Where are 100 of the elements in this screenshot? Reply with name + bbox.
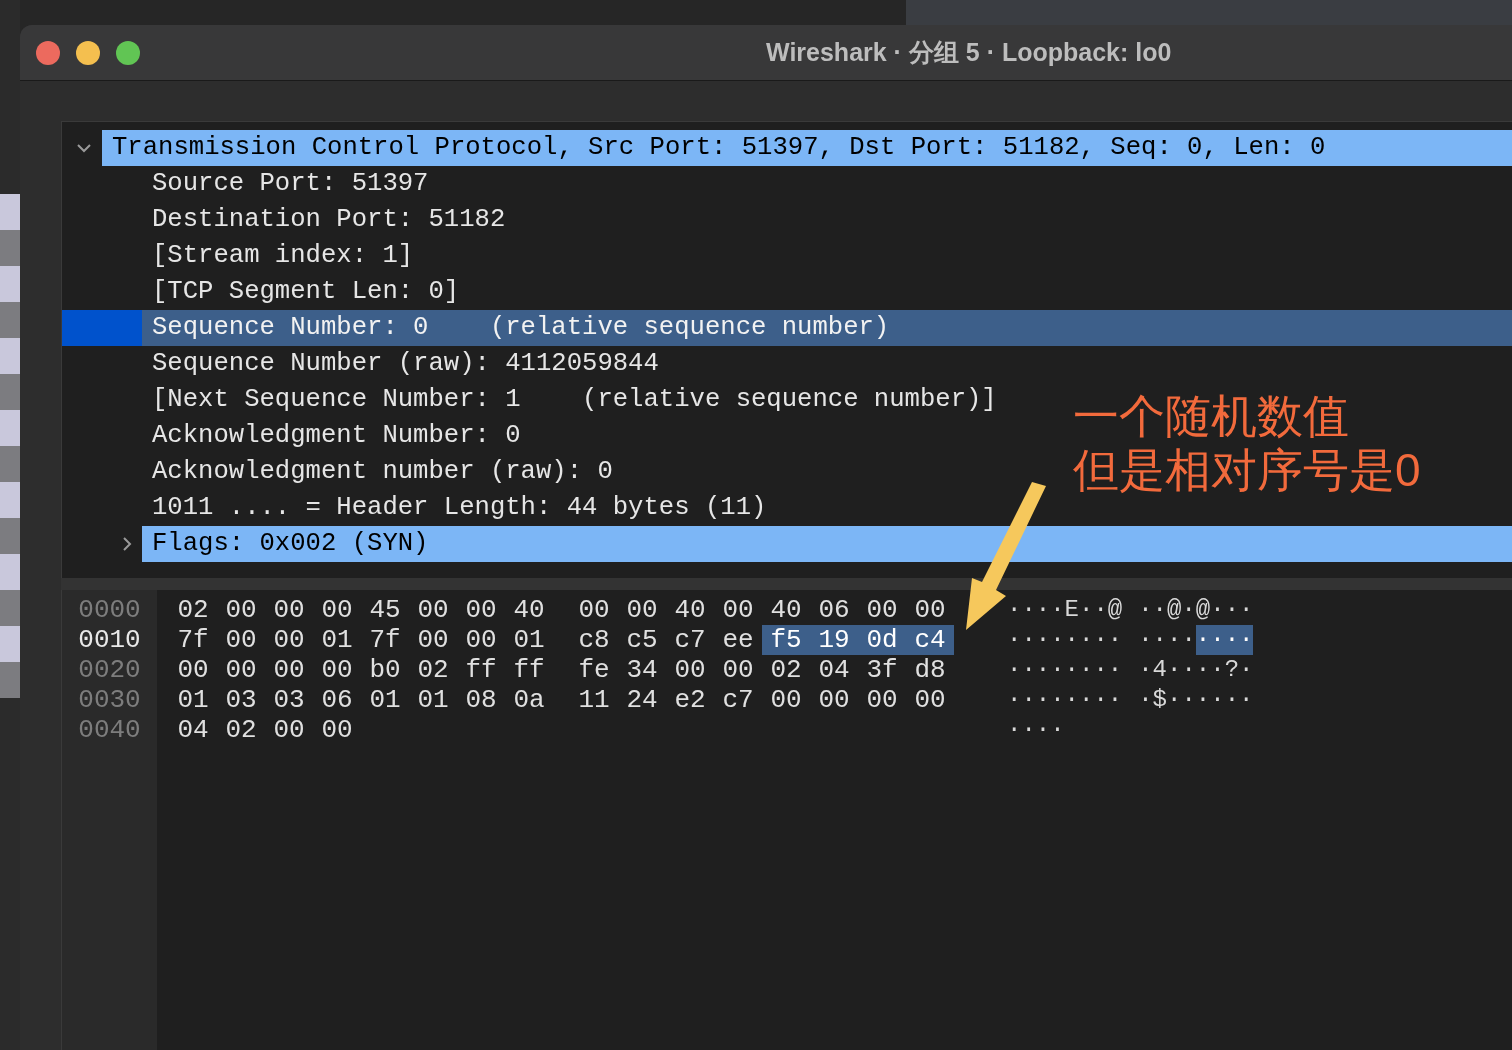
hex-byte[interactable]: 7f — [361, 625, 409, 655]
hex-byte[interactable]: c7 — [666, 625, 714, 655]
ascii-text[interactable]: ·$······ — [1138, 685, 1254, 715]
ascii-text[interactable]: ·4····?· — [1138, 655, 1254, 685]
hex-byte[interactable]: 11 — [570, 685, 618, 715]
hex-byte[interactable]: fe — [570, 655, 618, 685]
ascii-text[interactable]: ········ — [1007, 625, 1123, 655]
hex-byte[interactable]: 45 — [361, 595, 409, 625]
hex-byte[interactable]: 00 — [906, 685, 954, 715]
tree-item[interactable]: Transmission Control Protocol, Src Port: 51397, Dst Port: 51182, Seq: 0, Len: 0 — [102, 130, 1512, 166]
hex-byte[interactable]: c7 — [714, 685, 762, 715]
offset-label: 0020 — [78, 655, 141, 685]
hex-byte[interactable]: 00 — [570, 595, 618, 625]
hex-byte[interactable]: 01 — [505, 625, 553, 655]
close-button[interactable] — [36, 40, 60, 65]
zoom-button[interactable] — [116, 40, 140, 65]
ascii-text[interactable]: ···· — [1195, 625, 1254, 655]
hex-byte[interactable]: ff — [457, 655, 505, 685]
hex-byte[interactable]: 02 — [169, 595, 217, 625]
hex-byte[interactable]: 00 — [313, 595, 361, 625]
hex-byte[interactable]: 00 — [810, 685, 858, 715]
tree-item[interactable]: Sequence Number (raw): 4112059844 — [142, 346, 659, 382]
hex-byte[interactable]: 00 — [265, 625, 313, 655]
hex-byte[interactable]: 00 — [217, 595, 265, 625]
offset-label: 0030 — [78, 685, 141, 715]
ascii-text[interactable]: ···· — [1007, 715, 1065, 745]
tree-item[interactable]: 1011 .... = Header Length: 44 bytes (11) — [142, 490, 767, 526]
hex-byte[interactable]: 00 — [457, 625, 505, 655]
tree-item[interactable]: Acknowledgment number (raw): 0 — [142, 454, 613, 490]
hex-byte[interactable]: 03 — [217, 685, 265, 715]
tree-item[interactable]: Acknowledgment Number: 0 — [142, 418, 521, 454]
hex-byte[interactable]: 00 — [169, 655, 217, 685]
hex-byte[interactable]: 00 — [313, 715, 361, 745]
hex-byte[interactable]: 04 — [169, 715, 217, 745]
hex-byte[interactable]: 7f — [169, 625, 217, 655]
hex-byte[interactable]: 04 — [810, 655, 858, 685]
ascii-text[interactable]: ···· — [1138, 625, 1196, 655]
chevron-down-icon[interactable] — [76, 143, 92, 153]
tree-item[interactable]: [Next Sequence Number: 1 (relative sequence number)] — [142, 382, 997, 418]
hex-byte[interactable]: 00 — [714, 595, 762, 625]
hex-byte[interactable]: 01 — [409, 685, 457, 715]
hex-byte[interactable]: 00 — [265, 715, 313, 745]
hex-byte[interactable]: 06 — [810, 595, 858, 625]
hex-byte[interactable]: 24 — [618, 685, 666, 715]
hex-byte[interactable]: 00 — [714, 655, 762, 685]
ascii-text[interactable]: ····E··@ — [1007, 595, 1123, 625]
hex-byte[interactable]: f5 — [762, 625, 810, 655]
hex-byte[interactable]: 00 — [457, 595, 505, 625]
hex-byte[interactable]: 00 — [618, 595, 666, 625]
annotation-text: 但是相对序号是0 — [1073, 443, 1421, 497]
ascii-text[interactable]: ········ — [1007, 685, 1123, 715]
ascii-text[interactable]: ········ — [1007, 655, 1123, 685]
window-title: Wireshark · 分组 5 · Loopback: lo0 — [766, 36, 1172, 68]
tree-item[interactable]: [Stream index: 1] — [142, 238, 414, 274]
hex-byte[interactable]: 00 — [409, 595, 457, 625]
ascii-text[interactable]: ··@·@··· — [1138, 595, 1254, 625]
hex-byte[interactable]: 02 — [762, 655, 810, 685]
hex-byte[interactable]: 0a — [505, 685, 553, 715]
hex-byte[interactable]: ff — [505, 655, 553, 685]
hex-byte[interactable]: 40 — [505, 595, 553, 625]
hex-byte[interactable]: 01 — [313, 625, 361, 655]
tree-item[interactable]: Destination Port: 51182 — [142, 202, 506, 238]
hex-byte[interactable]: e2 — [666, 685, 714, 715]
hex-byte[interactable]: 00 — [409, 625, 457, 655]
tree-item[interactable]: Flags: 0x002 (SYN) — [142, 526, 1512, 562]
tree-item[interactable]: Source Port: 51397 — [142, 166, 429, 202]
hex-byte[interactable]: 02 — [217, 715, 265, 745]
hex-byte[interactable]: 00 — [217, 655, 265, 685]
tree-item[interactable]: [TCP Segment Len: 0] — [142, 274, 460, 310]
hex-byte[interactable]: 01 — [361, 685, 409, 715]
hex-byte[interactable]: 34 — [618, 655, 666, 685]
minimize-button[interactable] — [76, 40, 100, 65]
hex-byte[interactable]: 06 — [313, 685, 361, 715]
hex-byte[interactable]: c4 — [906, 625, 954, 655]
hex-byte[interactable]: 40 — [762, 595, 810, 625]
hex-byte[interactable]: 00 — [858, 685, 906, 715]
hex-byte[interactable]: c5 — [618, 625, 666, 655]
hex-byte[interactable]: 00 — [265, 655, 313, 685]
hex-byte[interactable]: 19 — [810, 625, 858, 655]
hex-byte[interactable]: 00 — [313, 655, 361, 685]
chevron-right-icon[interactable] — [122, 536, 132, 552]
hex-byte[interactable]: 00 — [217, 625, 265, 655]
hex-byte[interactable]: b0 — [361, 655, 409, 685]
hex-byte[interactable]: 08 — [457, 685, 505, 715]
hex-byte[interactable]: 01 — [169, 685, 217, 715]
hex-byte[interactable]: c8 — [570, 625, 618, 655]
hex-byte[interactable]: 00 — [666, 655, 714, 685]
offset-label: 0000 — [78, 595, 141, 625]
hex-byte[interactable]: 03 — [265, 685, 313, 715]
hex-byte[interactable]: 40 — [666, 595, 714, 625]
hex-byte[interactable]: d8 — [906, 655, 954, 685]
hex-byte[interactable]: 00 — [265, 595, 313, 625]
hex-byte[interactable]: 00 — [858, 595, 906, 625]
hex-byte[interactable]: ee — [714, 625, 762, 655]
hex-byte[interactable]: 3f — [858, 655, 906, 685]
offset-label: 0010 — [78, 625, 141, 655]
hex-byte[interactable]: 00 — [762, 685, 810, 715]
hex-byte[interactable]: 02 — [409, 655, 457, 685]
hex-byte[interactable]: 0d — [858, 625, 906, 655]
hex-byte[interactable]: 00 — [906, 595, 954, 625]
